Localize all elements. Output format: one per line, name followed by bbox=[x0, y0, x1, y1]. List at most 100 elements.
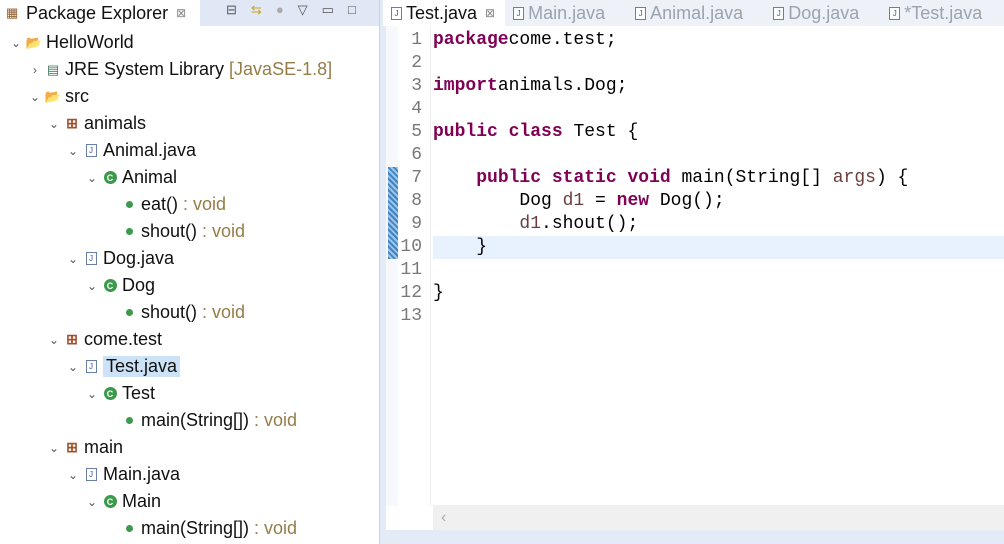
method-icon bbox=[119, 201, 139, 208]
tree-item-label: Animal bbox=[122, 167, 178, 187]
keyword: void bbox=[627, 168, 671, 188]
close-icon[interactable]: ⊠ bbox=[176, 6, 186, 20]
tree-item[interactable]: ⌄ C Animal bbox=[84, 164, 177, 191]
code-line[interactable]: d1.shout(); bbox=[433, 213, 1004, 236]
tree-item[interactable]: ⌄ C Test bbox=[84, 380, 155, 407]
tab-label: Dog.java bbox=[788, 2, 860, 23]
keyword: class bbox=[508, 122, 563, 142]
tree-item-label: main(String[]) bbox=[141, 410, 250, 430]
code-line[interactable] bbox=[433, 305, 1004, 328]
chevron-icon[interactable]: ⌄ bbox=[46, 333, 62, 347]
horizontal-scrollbar[interactable]: ‹ bbox=[433, 505, 1004, 530]
chevron-icon[interactable]: ⌄ bbox=[84, 171, 100, 185]
chevron-icon[interactable]: ⌄ bbox=[65, 252, 81, 266]
static-method-icon bbox=[119, 417, 139, 424]
chevron-icon[interactable]: ⌄ bbox=[65, 144, 81, 158]
maximize-icon[interactable]: □ bbox=[348, 2, 356, 18]
chevron-icon[interactable]: ⌄ bbox=[84, 279, 100, 293]
tree-item[interactable]: ⌄ J Dog.java bbox=[65, 245, 174, 272]
java-file-icon: J bbox=[81, 144, 101, 157]
scroll-left-icon[interactable]: ‹ bbox=[441, 509, 446, 526]
code-line[interactable]: public class Test { bbox=[433, 121, 1004, 144]
tab-editor-file[interactable]: J Dog.java bbox=[765, 0, 881, 26]
tree-item[interactable]: ⌄ 📂 src bbox=[27, 83, 89, 110]
code-text: Test { bbox=[562, 122, 639, 142]
tab-editor-file[interactable]: J Test.java ⊠ bbox=[383, 0, 506, 26]
code-line[interactable] bbox=[433, 98, 1004, 121]
tree-item-label: main(String[]) bbox=[141, 518, 250, 538]
tree-item-label: come.test bbox=[84, 329, 163, 349]
tree-item-text: Animal.java bbox=[103, 140, 196, 161]
close-tab-icon[interactable]: ⊠ bbox=[485, 6, 495, 20]
tree-item-label: Animal.java bbox=[103, 140, 197, 160]
tree-item-text: main bbox=[84, 437, 123, 458]
tree-item[interactable]: main(String[]) : void bbox=[103, 515, 297, 542]
tree-item-label: JRE System Library bbox=[65, 59, 225, 79]
tab-label: Main.java bbox=[528, 2, 606, 23]
tab-editor-file[interactable]: J Main.java bbox=[505, 0, 627, 26]
chevron-icon[interactable]: ⌄ bbox=[8, 36, 24, 50]
tab-editor-file[interactable]: J Animal.java bbox=[627, 0, 765, 26]
override-method-icon bbox=[119, 309, 139, 316]
tree-item[interactable]: shout() : void bbox=[103, 218, 245, 245]
tree-item[interactable]: ⌄ J Animal.java bbox=[65, 137, 196, 164]
code-line[interactable]: } bbox=[433, 282, 1004, 305]
keyword: public bbox=[476, 168, 542, 188]
tree-item-label: Main.java bbox=[103, 464, 181, 484]
code-text: } bbox=[433, 283, 444, 303]
editor-area: J Test.java ⊠ J Main.java J Animal.java J Dog.ja… bbox=[383, 0, 1004, 544]
chevron-icon[interactable]: ⌄ bbox=[46, 117, 62, 131]
tree-item[interactable]: main(String[]) : void bbox=[103, 407, 297, 434]
line-numbers: 1 2 3 4 5 6 7 8 9 10 11 12 13 bbox=[398, 26, 431, 506]
tree-item-detail: : void bbox=[249, 410, 298, 430]
class-icon: C bbox=[100, 279, 120, 292]
chevron-icon[interactable]: ⌄ bbox=[65, 360, 81, 374]
tree-item[interactable]: eat() : void bbox=[103, 191, 226, 218]
code-line[interactable] bbox=[433, 259, 1004, 282]
code-line[interactable] bbox=[433, 144, 1004, 167]
code-line[interactable]: packagecome.test; bbox=[433, 29, 1004, 52]
tree-item[interactable]: ⌄ ⊞ main bbox=[46, 434, 123, 461]
method-glyph bbox=[125, 309, 133, 316]
minimize-icon[interactable]: ▭ bbox=[322, 2, 334, 18]
tree-item-label: HelloWorld bbox=[46, 32, 134, 52]
view-menu-icon[interactable]: ▽ bbox=[298, 2, 308, 18]
tree-item[interactable]: ⌄ ⊞ come.test bbox=[46, 326, 162, 353]
chevron-icon[interactable]: › bbox=[27, 63, 43, 77]
tree-item[interactable]: ⌄ J Main.java bbox=[65, 461, 180, 488]
filter-icon[interactable]: ● bbox=[276, 2, 284, 18]
java-file-icon: J bbox=[81, 252, 101, 265]
tree-item[interactable]: ⌄ J Test.java bbox=[65, 353, 181, 380]
project-icon: 📂 bbox=[24, 35, 44, 51]
code-line[interactable]: } bbox=[433, 236, 1004, 259]
chevron-icon[interactable]: ⌄ bbox=[27, 90, 43, 104]
code-line[interactable]: Dog d1 = new Dog(); bbox=[433, 190, 1004, 213]
tree-item[interactable]: ⌄ C Dog bbox=[84, 272, 155, 299]
tree-item[interactable]: ⌄ ⊞ animals bbox=[46, 110, 146, 137]
tree-item[interactable]: › ▤ JRE System Library [JavaSE-1.8] bbox=[27, 56, 332, 83]
collapse-all-icon[interactable]: ⊟ bbox=[226, 2, 237, 18]
tree-item-text: main(String[]) : void bbox=[141, 410, 297, 431]
chevron-icon[interactable]: ⌄ bbox=[65, 468, 81, 482]
tree-item[interactable]: ⌄ 📂 HelloWorld bbox=[8, 29, 134, 56]
chevron-icon[interactable]: ⌄ bbox=[46, 441, 62, 455]
view-toolbar: ⊟ ⇆ ● ▽ ▭ □ bbox=[226, 2, 356, 18]
keyword: package bbox=[433, 30, 509, 50]
code-editor[interactable]: 1 2 3 4 5 6 7 8 9 10 11 12 13 packagecome.test; impor… bbox=[386, 26, 1004, 530]
link-with-editor-icon[interactable]: ⇆ bbox=[251, 2, 262, 18]
tab-editor-file[interactable]: J *Test.java bbox=[881, 0, 1004, 26]
tree-item[interactable]: ⌄ C Main bbox=[84, 488, 161, 515]
code-line[interactable]: importanimals.Dog; bbox=[433, 75, 1004, 98]
code-line[interactable] bbox=[433, 52, 1004, 75]
chevron-icon[interactable]: ⌄ bbox=[84, 495, 100, 509]
library-icon: ▤ bbox=[43, 62, 63, 78]
code-text: .shout(); bbox=[541, 214, 639, 234]
tree-item-text: Dog bbox=[122, 275, 155, 296]
chevron-icon[interactable]: ⌄ bbox=[84, 387, 100, 401]
tree-item[interactable]: shout() : void bbox=[103, 299, 245, 326]
line-number: 3 bbox=[411, 76, 422, 96]
tab-package-explorer[interactable]: ▦ Package Explorer ⊠ bbox=[0, 0, 200, 26]
package-icon: ⊞ bbox=[62, 115, 82, 132]
code-line[interactable]: public static void main(String[] args) { bbox=[433, 167, 1004, 190]
